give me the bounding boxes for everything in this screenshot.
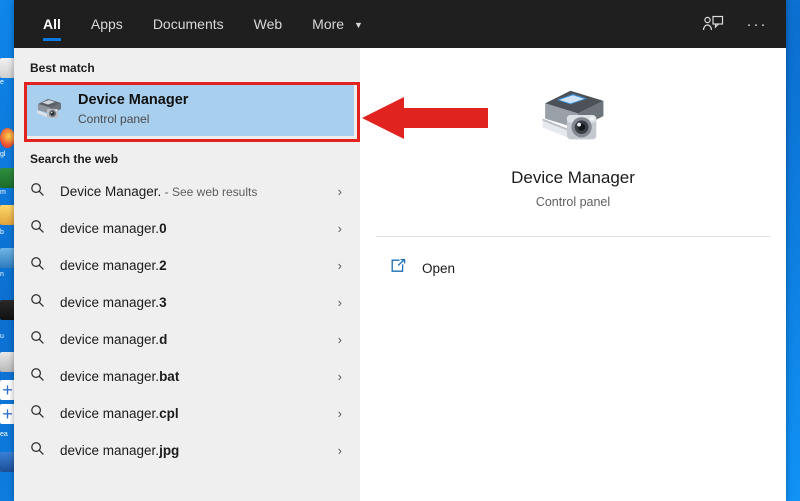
chevron-right-icon[interactable]: ›: [338, 258, 342, 273]
tab-more[interactable]: More ▼: [297, 0, 378, 48]
desktop-icon-label: ea: [0, 431, 8, 438]
search-filter-tabs: All Apps Documents Web More ▼ ···: [14, 0, 786, 48]
preview-divider: [376, 236, 770, 237]
preview-pane: Device Manager Control panel Open: [360, 48, 786, 501]
desktop-icon[interactable]: [0, 128, 15, 148]
tab-web-label: Web: [253, 16, 283, 32]
search-icon: [30, 367, 60, 387]
search-icon: [30, 330, 60, 350]
more-options-icon[interactable]: ···: [738, 7, 776, 41]
open-label: Open: [422, 260, 456, 276]
web-result-label: device manager.cpl: [60, 406, 179, 421]
chevron-right-icon[interactable]: ›: [338, 332, 342, 347]
tab-all-label: All: [43, 16, 61, 32]
chevron-right-icon[interactable]: ›: [338, 184, 342, 199]
web-result-item[interactable]: device manager.bat ›: [14, 358, 360, 395]
desktop-icon-label: u: [0, 333, 4, 340]
chevron-right-icon[interactable]: ›: [338, 406, 342, 421]
chevron-right-icon[interactable]: ›: [338, 221, 342, 236]
tab-apps-label: Apps: [90, 16, 123, 32]
web-results-list: Device Manager. - See web results › device…: [14, 173, 360, 469]
web-result-item[interactable]: device manager.d ›: [14, 321, 360, 358]
best-match-subtitle: Control panel: [78, 111, 150, 126]
preview-subtitle: Control panel: [535, 195, 611, 209]
web-result-label: device manager.2: [60, 258, 167, 273]
desktop-icon[interactable]: [0, 352, 15, 372]
search-icon: [30, 219, 60, 239]
search-flyout-window: All Apps Documents Web More ▼ ··· Best m…: [14, 0, 786, 501]
tab-documents-label: Documents: [152, 16, 224, 32]
chevron-down-icon: ▼: [353, 20, 363, 31]
desktop-icon-label: b: [0, 229, 4, 236]
web-result-item[interactable]: Device Manager. - See web results ›: [14, 173, 360, 210]
desktop-icon[interactable]: [0, 58, 15, 78]
desktop-icon[interactable]: [0, 168, 15, 188]
open-external-icon: [390, 258, 407, 279]
preview-card: Device Manager Control panel: [360, 48, 786, 236]
desktop-icon[interactable]: [0, 248, 15, 268]
tab-documents[interactable]: Documents: [138, 0, 239, 48]
search-icon: [30, 441, 60, 461]
tab-more-label: More: [312, 16, 345, 32]
feedback-icon[interactable]: [694, 7, 732, 41]
preview-title: Device Manager: [511, 168, 635, 187]
web-result-label: device manager.3: [60, 295, 167, 310]
best-match-row[interactable]: Device Manager Control panel: [24, 82, 354, 136]
desktop-icon-label: e: [0, 79, 4, 86]
preview-action-open[interactable]: Open: [360, 247, 786, 289]
chevron-right-icon[interactable]: ›: [338, 295, 342, 310]
chevron-right-icon[interactable]: ›: [338, 369, 342, 384]
web-result-label: device manager.0: [60, 221, 167, 236]
desktop-icon[interactable]: [0, 205, 15, 225]
web-result-item[interactable]: device manager.3 ›: [14, 284, 360, 321]
header-actions: ···: [694, 0, 776, 48]
tab-apps[interactable]: Apps: [76, 0, 138, 48]
search-icon: [30, 293, 60, 313]
best-match-section-header: Best match: [30, 61, 95, 75]
best-match-text: Device Manager Control panel: [78, 92, 188, 127]
search-icon: [30, 182, 60, 202]
best-match-title: Device Manager: [78, 91, 189, 108]
web-result-item[interactable]: device manager.jpg ›: [14, 432, 360, 469]
desktop-icon[interactable]: [0, 452, 15, 472]
web-result-item[interactable]: device manager.0 ›: [14, 210, 360, 247]
desktop-icon-label: n: [0, 271, 4, 278]
search-icon: [30, 404, 60, 424]
search-the-web-section-header: Search the web: [30, 152, 119, 166]
tab-all[interactable]: All: [28, 0, 76, 48]
desktop-icon[interactable]: [0, 300, 15, 320]
more-options-dots: ···: [746, 15, 768, 33]
web-result-label: device manager.jpg: [60, 443, 180, 458]
desktop-icon-label: gl: [0, 151, 6, 158]
tab-active-underline: [43, 38, 61, 41]
search-icon: [30, 256, 60, 276]
devices-and-printers-icon: [535, 75, 611, 152]
web-result-label: device manager.d: [60, 332, 168, 347]
tab-web[interactable]: Web: [239, 0, 298, 48]
desktop-icon-label: m: [0, 189, 6, 196]
web-result-item[interactable]: device manager.cpl ›: [14, 395, 360, 432]
search-results-body: Best match Device Manager Control panel …: [14, 48, 786, 501]
chevron-right-icon[interactable]: ›: [338, 443, 342, 458]
devices-and-printers-icon: [34, 93, 64, 126]
web-result-label: device manager.bat: [60, 369, 180, 384]
desktop-icon[interactable]: +: [0, 404, 15, 424]
desktop-icon[interactable]: +: [0, 380, 15, 400]
web-result-label: Device Manager. - See web results: [60, 184, 258, 199]
results-list-pane: Best match Device Manager Control panel …: [14, 48, 360, 501]
web-result-item[interactable]: device manager.2 ›: [14, 247, 360, 284]
